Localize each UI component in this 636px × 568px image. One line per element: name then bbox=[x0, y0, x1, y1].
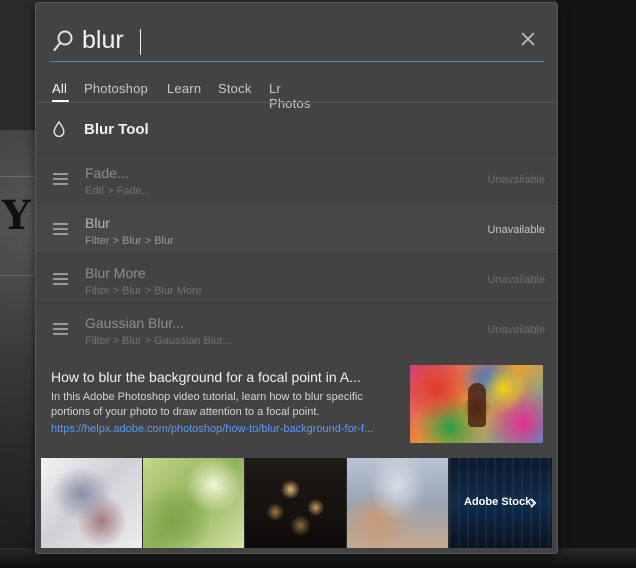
menu-item-title: Fade... bbox=[85, 165, 129, 181]
chevron-right-icon bbox=[530, 498, 537, 508]
status-label: Unavailable bbox=[487, 324, 545, 336]
menu-item-title: Blur bbox=[85, 215, 110, 231]
learn-title[interactable]: How to blur the background for a focal p… bbox=[51, 369, 396, 385]
status-label: Unavailable bbox=[487, 174, 545, 186]
adobe-stock-link[interactable]: Adobe Stock bbox=[449, 458, 552, 548]
learn-result[interactable]: How to blur the background for a focal p… bbox=[36, 356, 557, 451]
learn-description: In this Adobe Photoshop video tutorial, … bbox=[51, 391, 363, 418]
menu-item-title: Gaussian Blur... bbox=[85, 315, 184, 331]
menu-icon bbox=[53, 223, 68, 235]
result-menu-blur[interactable]: Blur Filter > Blur > Blur Unavailable bbox=[36, 203, 557, 254]
tab-all[interactable]: All bbox=[52, 81, 67, 96]
menu-item-title: Blur More bbox=[85, 265, 146, 281]
close-icon[interactable] bbox=[520, 31, 536, 47]
stock-thumbnail[interactable] bbox=[143, 458, 244, 548]
result-menu-blur-more[interactable]: Blur More Filter > Blur > Blur More Unav… bbox=[36, 253, 557, 304]
text-cursor bbox=[140, 29, 141, 55]
tab-photoshop[interactable]: Photoshop bbox=[84, 81, 148, 96]
search-bar bbox=[50, 21, 544, 62]
learn-thumbnail[interactable] bbox=[410, 365, 543, 443]
menu-item-path: Filter > Blur > Gaussian Blur... bbox=[85, 335, 232, 347]
tab-stock[interactable]: Stock bbox=[218, 81, 252, 96]
stock-results: Adobe Stock bbox=[41, 458, 552, 548]
menu-item-path: Filter > Blur > Blur bbox=[85, 235, 174, 247]
stock-thumbnail[interactable] bbox=[347, 458, 448, 548]
app-background-right bbox=[556, 0, 636, 568]
search-input[interactable] bbox=[82, 24, 482, 56]
search-icon bbox=[53, 30, 73, 52]
menu-icon bbox=[53, 273, 68, 285]
stock-thumbnail[interactable] bbox=[245, 458, 346, 548]
result-menu-gaussian-blur[interactable]: Gaussian Blur... Filter > Blur > Gaussia… bbox=[36, 303, 557, 354]
tab-learn[interactable]: Learn bbox=[167, 81, 201, 96]
menu-item-path: Edit > Fade... bbox=[85, 185, 151, 197]
menu-icon bbox=[53, 323, 68, 335]
result-menu-fade[interactable]: Fade... Edit > Fade... Unavailable bbox=[36, 153, 557, 204]
adobe-stock-label: Adobe Stock bbox=[464, 496, 532, 508]
menu-item-path: Filter > Blur > Blur More bbox=[85, 285, 202, 297]
status-label: Unavailable bbox=[487, 224, 545, 236]
result-blur-tool[interactable]: Blur Tool bbox=[36, 103, 557, 153]
search-panel: All Photoshop Learn Stock Lr Photos Blur… bbox=[35, 2, 558, 554]
droplet-icon bbox=[53, 121, 65, 137]
result-label: Blur Tool bbox=[84, 121, 149, 138]
menu-icon bbox=[53, 173, 68, 185]
stock-thumbnail[interactable] bbox=[41, 458, 142, 548]
learn-link[interactable]: https://helpx.adobe.com/photoshop/how-to… bbox=[51, 423, 396, 435]
status-label: Unavailable bbox=[487, 274, 545, 286]
